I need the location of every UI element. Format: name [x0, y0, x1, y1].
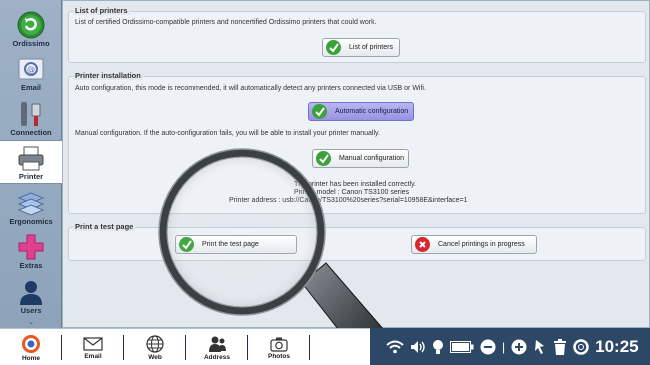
svg-text:@: @: [27, 65, 35, 74]
ergonomics-icon: [16, 189, 46, 217]
extras-icon: [16, 233, 46, 261]
sidebar-item-label: Printer: [18, 172, 44, 181]
taskbar-email-button[interactable]: Email: [62, 329, 124, 365]
sidebar-item-printer[interactable]: Printer: [0, 140, 62, 184]
check-icon: [326, 40, 341, 55]
list-of-printers-description: List of certified Ordissimo-compatible p…: [75, 19, 377, 26]
auto-config-description: Auto configuration, this mode is recomme…: [75, 85, 426, 92]
manual-config-description: Manual configuration. If the auto-config…: [75, 130, 380, 137]
printer-icon: [16, 144, 46, 172]
pointer-icon[interactable]: [533, 339, 547, 355]
sidebar-item-extras[interactable]: Extras: [0, 228, 62, 272]
sidebar-item-email[interactable]: @ Email: [0, 50, 62, 94]
taskbar: Home Email Web Address Photos | 10:25: [0, 328, 650, 365]
taskbar-address-button[interactable]: Address: [186, 329, 248, 365]
taskbar-photos-button[interactable]: Photos: [248, 329, 310, 365]
check-icon: [179, 237, 194, 252]
section-title: Print a test page: [73, 222, 136, 231]
button-label: Print the test page: [202, 241, 259, 248]
app-label: Home: [21, 354, 41, 362]
section-title: List of printers: [73, 6, 130, 15]
sidebar: Ordissimo @ Email Connection Printer Erg…: [0, 0, 62, 328]
manual-configuration-button[interactable]: Manual configuration: [312, 149, 409, 168]
separator: [309, 335, 310, 360]
button-label: List of printers: [349, 44, 393, 51]
volume-icon[interactable]: [410, 340, 426, 354]
battery-icon[interactable]: [450, 340, 474, 353]
app-label: Web: [148, 353, 162, 361]
sidebar-item-connection[interactable]: Connection: [0, 95, 62, 139]
print-test-page-button[interactable]: Print the test page: [175, 235, 297, 254]
trash-icon[interactable]: [553, 338, 567, 355]
sidebar-item-label: Users: [20, 306, 42, 315]
zoom-out-icon[interactable]: [480, 339, 496, 355]
app-label: Address: [203, 353, 230, 361]
check-icon: [316, 151, 331, 166]
home-icon: [22, 334, 40, 353]
sidebar-item-label: Email: [20, 83, 41, 92]
section-title: Printer installation: [73, 71, 143, 80]
sidebar-scroll-down[interactable]: ⌄: [0, 319, 62, 326]
clock: 10:25: [595, 336, 639, 356]
wifi-icon[interactable]: [386, 340, 404, 354]
sidebar-item-label: Connection: [10, 128, 52, 137]
sidebar-item-ordissimo[interactable]: Ordissimo: [0, 6, 62, 50]
help-lifebuoy-icon[interactable]: [573, 338, 589, 355]
taskbar-web-button[interactable]: Web: [124, 329, 186, 365]
button-label: Manual configuration: [339, 155, 404, 162]
ordissimo-back-icon: [16, 11, 46, 39]
taskbar-home-button[interactable]: Home: [0, 329, 62, 365]
printer-status-address: Printer address : usb://Canon/TS3100%20s…: [229, 197, 468, 204]
list-of-printers-button[interactable]: List of printers: [322, 38, 400, 57]
cancel-printings-button[interactable]: Cancel printings in progress: [411, 235, 537, 254]
printer-status-model: Printer model : Canon TS3100 series: [294, 189, 410, 196]
system-tray: | 10:25: [370, 328, 650, 365]
address-book-icon: [209, 336, 226, 352]
printer-installation-section: Printer installation Auto configuration,…: [68, 71, 646, 214]
envelope-icon: [83, 336, 103, 351]
globe-icon: [146, 334, 164, 353]
printer-status-installed: The printer has been installed correctly…: [294, 181, 417, 188]
brightness-icon[interactable]: [432, 339, 444, 355]
app-label: Email: [84, 352, 102, 360]
app-launcher: Home Email Web Address Photos: [0, 328, 370, 365]
automatic-configuration-button[interactable]: Automatic configuration: [308, 102, 414, 121]
users-icon: [16, 278, 46, 306]
camera-icon: [270, 337, 288, 352]
cancel-icon: [415, 237, 430, 252]
app-label: Photos: [267, 352, 291, 360]
list-of-printers-section: List of printers List of certified Ordis…: [68, 6, 646, 63]
sidebar-item-label: Ergonomics: [9, 217, 53, 226]
test-page-section: Print a test page Print the test page Ca…: [68, 222, 646, 261]
sidebar-item-label: Extras: [19, 261, 43, 270]
check-icon: [312, 104, 327, 119]
sidebar-item-ergonomics[interactable]: Ergonomics: [0, 184, 62, 228]
connection-icon: [16, 100, 46, 128]
button-label: Cancel printings in progress: [438, 241, 525, 248]
sidebar-item-label: Ordissimo: [12, 39, 50, 48]
zoom-in-icon[interactable]: [511, 339, 527, 355]
button-label: Automatic configuration: [335, 108, 409, 115]
email-icon: @: [16, 55, 46, 83]
divider-icon: |: [502, 339, 506, 354]
sidebar-item-users[interactable]: Users: [0, 273, 62, 317]
printer-settings-panel: List of printers List of certified Ordis…: [62, 0, 650, 328]
